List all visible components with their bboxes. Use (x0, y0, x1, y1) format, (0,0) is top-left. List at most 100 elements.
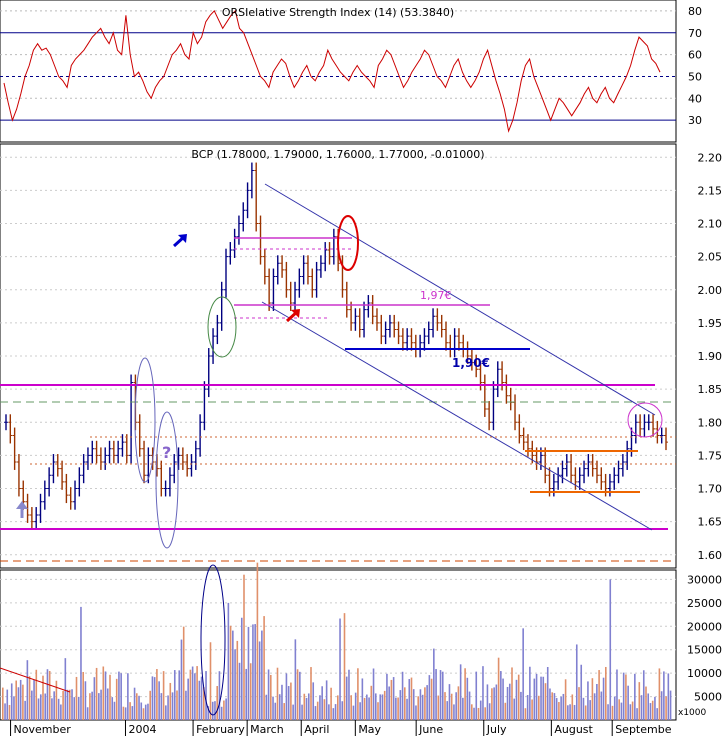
volume-bar (205, 671, 207, 720)
volume-bar (267, 669, 270, 720)
volume-bar (211, 701, 214, 720)
volume-bar (189, 669, 192, 720)
rsi-tick-label: 70 (688, 27, 702, 40)
volume-bar (229, 625, 232, 720)
volume-bar (151, 676, 154, 720)
volume-bar (278, 694, 281, 720)
volume-bar (584, 705, 587, 720)
volume-bar (600, 691, 603, 720)
volume-multiplier: x1000 (678, 708, 707, 718)
volume-bar (258, 641, 261, 720)
volume-bar (589, 700, 591, 720)
volume-bar (598, 670, 600, 720)
volume-bar (198, 680, 201, 720)
volume-bar (19, 679, 22, 720)
volume-bar (270, 674, 272, 720)
x-axis: November 2004 February March April May June Jul… (10, 720, 672, 736)
volume-bar (575, 644, 578, 720)
volume-bar (296, 669, 299, 720)
volume-bar (91, 691, 93, 720)
volume-bar (522, 628, 524, 720)
volume-bar (415, 705, 417, 720)
volume-bar (319, 695, 321, 720)
rsi-tick-label: 60 (688, 49, 702, 62)
volume-bar (227, 602, 230, 720)
x-tick-label: April (304, 723, 329, 736)
volume-bar (348, 669, 350, 720)
volume-bar (377, 702, 379, 720)
x-tick-label: March (250, 723, 284, 736)
volume-bar (567, 705, 569, 720)
price-tick-label: 2.20 (698, 151, 723, 164)
volume-bar (629, 704, 632, 720)
price-tick-label: 1.70 (698, 483, 723, 496)
volume-bar (395, 697, 397, 720)
volume-bar (332, 708, 335, 720)
volume-bar (479, 700, 482, 720)
volume-bar (13, 696, 15, 720)
volume-bar (75, 676, 78, 720)
volume-bar (645, 686, 647, 720)
volume-bar (618, 699, 620, 720)
price-tick-label: 1.85 (698, 383, 723, 396)
volume-bar (171, 692, 174, 720)
volume-bar (471, 704, 473, 720)
volume-bar (390, 679, 393, 720)
volume-bar (109, 674, 111, 720)
volume-bar (17, 687, 20, 720)
volume-bar (214, 701, 216, 720)
volume-bar (2, 687, 4, 720)
volume-bar (428, 675, 431, 720)
volume-bar (95, 667, 98, 720)
volume-bar (381, 694, 384, 720)
volume-bar (620, 702, 623, 720)
volume-bar (495, 684, 498, 720)
volume-bar (122, 706, 125, 720)
volume-bar (274, 702, 277, 720)
volume-bar (424, 687, 426, 720)
volume-bar (484, 707, 486, 720)
volume-bar (508, 683, 511, 720)
volume-bar (408, 679, 411, 720)
volume-bar (209, 642, 212, 720)
volume-bar (334, 704, 337, 720)
volume-bar (596, 684, 598, 720)
volume-bar (138, 695, 140, 720)
volume-bar (263, 616, 265, 720)
volume-bar (500, 671, 502, 720)
volume-bar (401, 671, 404, 720)
volume-bar (82, 671, 84, 720)
volume-bar (343, 613, 346, 720)
volume-bar (147, 703, 149, 720)
volume-bar (457, 686, 460, 720)
price-tick-label: 1.60 (698, 549, 723, 562)
volume-bar (169, 682, 172, 720)
volume-bar (535, 673, 538, 720)
volume-bar (200, 676, 203, 720)
volume-bar (502, 678, 504, 720)
volume-bar (647, 693, 650, 720)
volume-bar (654, 696, 656, 720)
volume-bar (26, 660, 29, 720)
volume-bar (10, 683, 13, 720)
volume-bar (66, 689, 69, 720)
volume-bar (136, 693, 138, 720)
volume-bar (473, 707, 475, 720)
volume-bar (607, 704, 609, 720)
volume-bar (439, 670, 442, 720)
volume-bar (187, 678, 189, 720)
volume-bar (223, 700, 225, 720)
volume-bar (167, 695, 169, 720)
volume-bar (33, 679, 35, 720)
volume-bar (562, 693, 565, 720)
price-tick-label: 1.95 (698, 317, 723, 330)
volume-bar (236, 640, 239, 720)
volume-tick-label: 25000 (687, 597, 722, 610)
volume-bar (140, 702, 143, 720)
volume-bar (363, 697, 366, 720)
volume-bar (417, 696, 419, 720)
volume-bar (573, 704, 576, 720)
x-tick-label: Septembe (615, 723, 672, 736)
volume-bar (194, 673, 196, 720)
volume-bar (162, 671, 165, 720)
